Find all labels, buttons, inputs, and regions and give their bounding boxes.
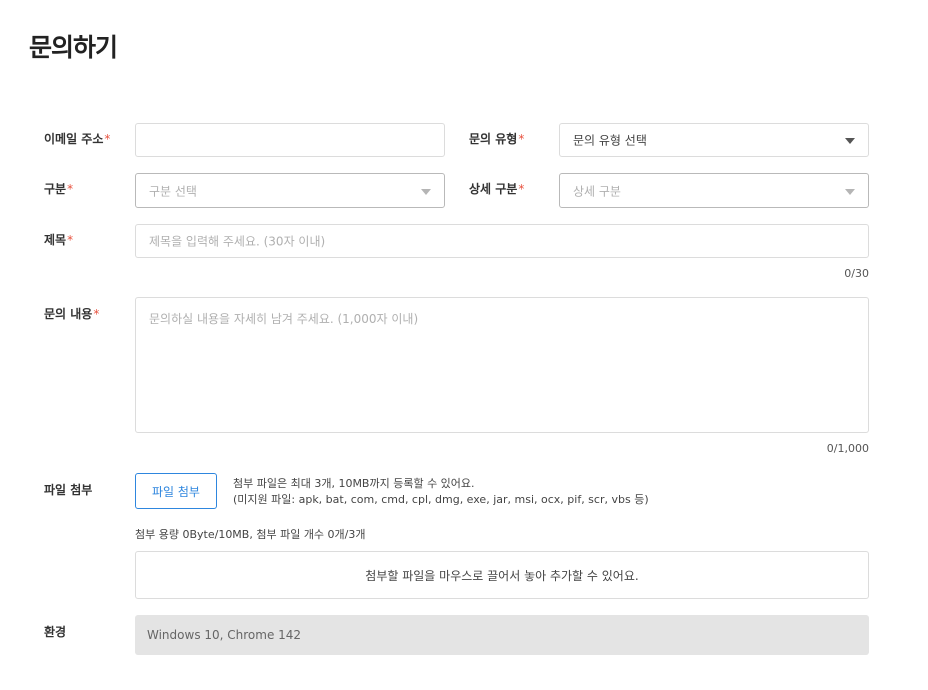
inquiry-type-selected: 문의 유형 선택 (573, 133, 647, 148)
subject-label-text: 제목 (44, 233, 67, 247)
category-label: 구분* (44, 181, 73, 197)
attachment-label: 파일 첨부 (44, 483, 93, 497)
detail-category-selected: 상세 구분 (573, 184, 621, 198)
category-select[interactable]: 구분 선택 (135, 173, 445, 208)
content-textarea[interactable]: 문의하실 내용을 자세히 남겨 주세요. (1,000자 이내) (135, 297, 869, 433)
required-mark: * (104, 132, 111, 146)
content-placeholder: 문의하실 내용을 자세히 남겨 주세요. (1,000자 이내) (149, 312, 419, 326)
page-title: 문의하기 (29, 33, 118, 62)
caret-down-icon (845, 138, 855, 144)
email-label: 이메일 주소* (44, 131, 110, 147)
attachment-capacity-status: 첨부 용량 0Byte/10MB, 첨부 파일 개수 0개/3개 (135, 528, 366, 541)
detail-category-select[interactable]: 상세 구분 (559, 173, 869, 208)
dropzone-text: 첨부할 파일을 마우스로 끌어서 놓아 추가할 수 있어요. (365, 568, 639, 583)
required-mark: * (518, 132, 525, 146)
email-label-text: 이메일 주소 (44, 132, 104, 146)
attachment-hint-unsupported: (미지원 파일: apk, bat, com, cmd, cpl, dmg, e… (233, 493, 649, 506)
content-char-counter: 0/1,000 (826, 442, 869, 455)
subject-label: 제목* (44, 232, 73, 248)
caret-down-icon (845, 188, 855, 195)
detail-category-label-text: 상세 구분 (469, 182, 518, 196)
attachment-hint-limit: 첨부 파일은 최대 3개, 10MB까지 등록할 수 있어요. (233, 477, 475, 490)
caret-down-icon (421, 188, 431, 195)
required-mark: * (518, 182, 525, 196)
file-dropzone[interactable]: 첨부할 파일을 마우스로 끌어서 놓아 추가할 수 있어요. (135, 551, 869, 599)
environment-value: Windows 10, Chrome 142 (147, 628, 302, 642)
required-mark: * (67, 233, 74, 247)
inquiry-type-select[interactable]: 문의 유형 선택 (559, 123, 869, 157)
subject-placeholder: 제목을 입력해 주세요. (30자 이내) (149, 234, 326, 249)
environment-field: Windows 10, Chrome 142 (135, 615, 869, 655)
required-mark: * (93, 307, 100, 321)
email-field[interactable] (135, 123, 445, 157)
content-label: 문의 내용* (44, 306, 99, 322)
detail-category-label: 상세 구분* (469, 181, 524, 197)
subject-char-counter: 0/30 (844, 267, 869, 280)
inquiry-type-label-text: 문의 유형 (469, 132, 518, 146)
category-selected: 구분 선택 (149, 184, 197, 198)
content-label-text: 문의 내용 (44, 307, 93, 321)
subject-input[interactable]: 제목을 입력해 주세요. (30자 이내) (135, 224, 869, 258)
required-mark: * (67, 182, 74, 196)
category-label-text: 구분 (44, 182, 67, 196)
attach-file-button[interactable]: 파일 첨부 (135, 473, 217, 509)
inquiry-type-label: 문의 유형* (469, 131, 524, 147)
environment-label: 환경 (44, 625, 67, 639)
